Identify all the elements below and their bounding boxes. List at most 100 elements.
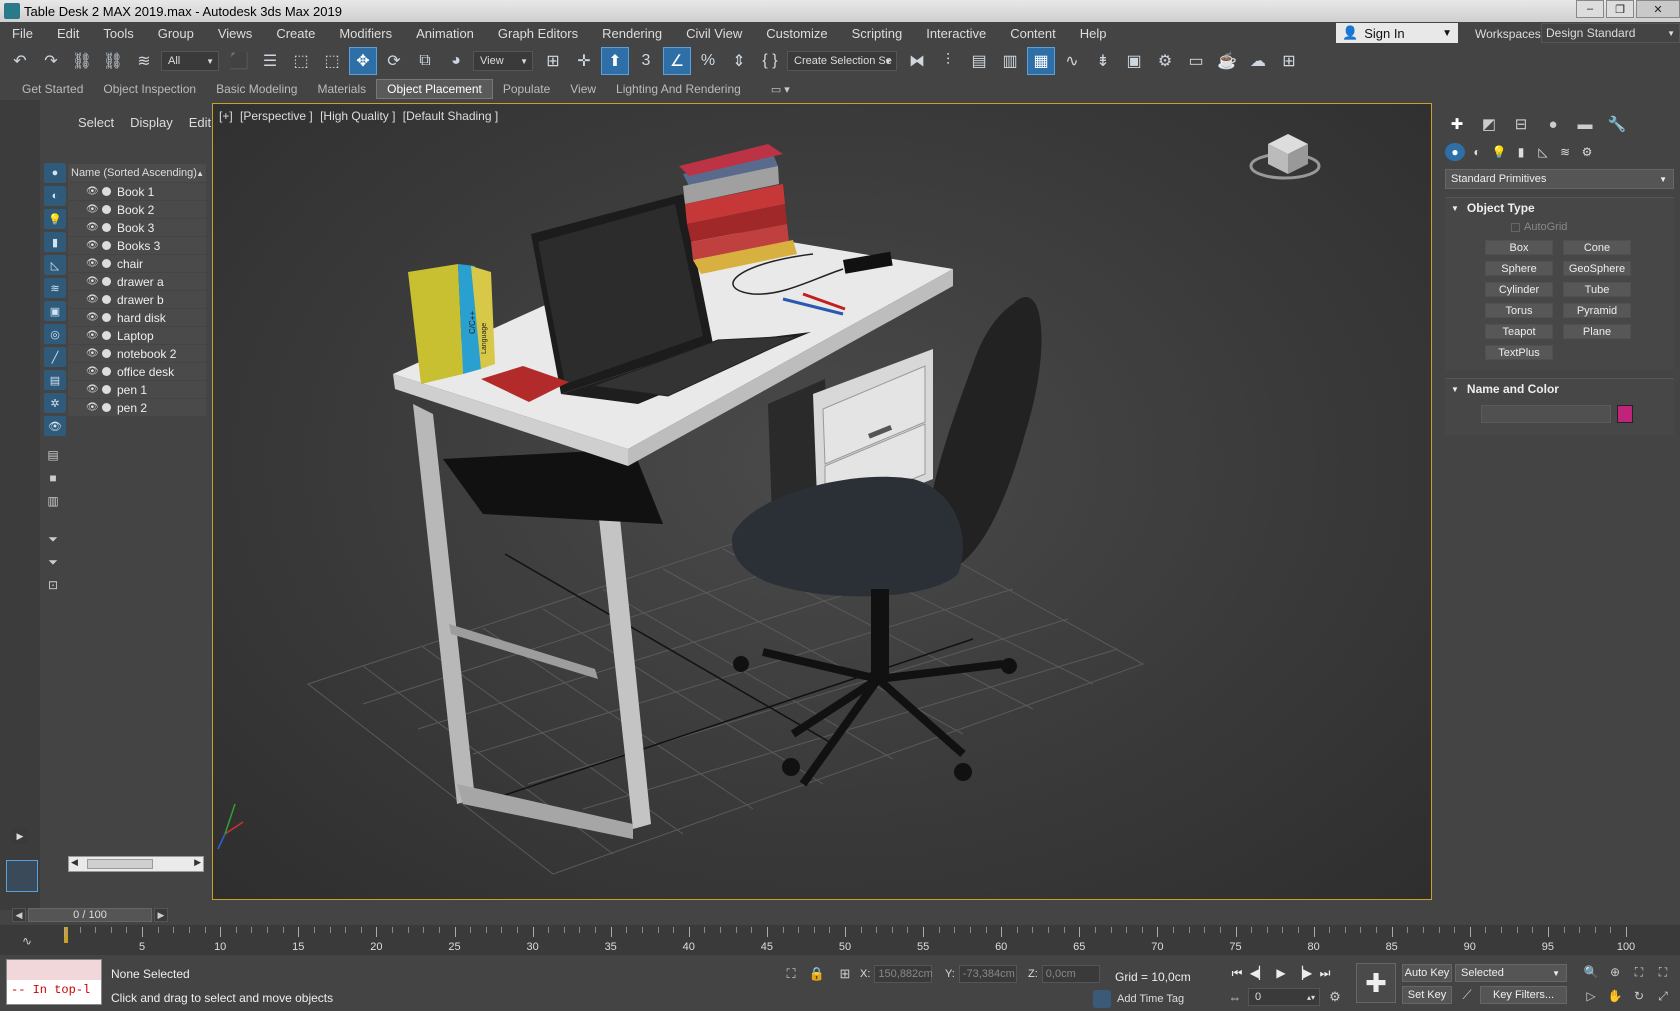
previous-key-icon[interactable]: ◀▏ <box>1248 963 1270 983</box>
visibility-eye-icon[interactable]: 👁 <box>86 222 100 233</box>
display-shapes-icon[interactable]: ◐ <box>44 186 66 206</box>
explorer-tab-display[interactable]: Display <box>122 115 181 130</box>
menu-rendering[interactable]: Rendering <box>590 26 674 41</box>
menu-animation[interactable]: Animation <box>404 26 486 41</box>
perspective-viewport[interactable]: [+] [Perspective ] [High Quality ] [Defa… <box>212 103 1432 900</box>
field-of-view-icon[interactable]: ▷ <box>1580 987 1602 1005</box>
render-setup-icon[interactable]: ⚙ <box>1151 47 1179 75</box>
viewport-layout-icon[interactable] <box>6 860 38 892</box>
viewcube[interactable] <box>1249 134 1321 180</box>
explorer-row[interactable]: 👁 drawer b <box>68 291 206 309</box>
menu-group[interactable]: Group <box>146 26 206 41</box>
isolate-selection-icon[interactable]: ⛶ <box>782 965 800 983</box>
explorer-row[interactable]: 👁 chair <box>68 255 206 273</box>
display-particles-icon[interactable]: ✲ <box>44 393 66 413</box>
freeze-dot-icon[interactable] <box>102 403 111 412</box>
explorer-row[interactable]: 👁 Laptop <box>68 327 206 345</box>
primitive-teapot-button[interactable]: Teapot <box>1485 324 1553 339</box>
autogrid-checkbox[interactable]: AutoGrid <box>1445 218 1674 236</box>
curve-editor-icon[interactable]: ∿ <box>1058 47 1086 75</box>
bind-space-warp-icon[interactable]: ≋ <box>130 47 158 75</box>
select-and-move-icon[interactable]: ✥ <box>349 47 377 75</box>
visibility-eye-icon[interactable]: 👁 <box>86 186 100 197</box>
menu-create[interactable]: Create <box>264 26 327 41</box>
next-frame-icon[interactable]: ▶ <box>154 908 168 922</box>
create-tab-icon[interactable]: ✚ <box>1445 113 1469 135</box>
explorer-row[interactable]: 👁 Book 2 <box>68 201 206 219</box>
funnel-icon[interactable]: ⏷ <box>46 554 60 570</box>
menu-edit[interactable]: Edit <box>45 26 91 41</box>
zoom-icon[interactable]: 🔍 <box>1580 963 1602 981</box>
go-to-end-icon[interactable]: ⏭ <box>1314 963 1336 983</box>
explorer-horizontal-scrollbar[interactable]: ◀ ▶ <box>68 856 204 872</box>
pivot-center-icon[interactable]: ⊞ <box>539 47 567 75</box>
add-time-tag[interactable]: Add Time Tag <box>1093 990 1184 1008</box>
ribbon-tab-object-inspection[interactable]: Object Inspection <box>93 79 206 99</box>
keyboard-shortcut-override-icon[interactable]: ⬆ <box>601 47 629 75</box>
scroll-left-icon[interactable]: ◀ <box>71 857 78 868</box>
scene-explorer-icon[interactable]: ▦ <box>1027 47 1055 75</box>
current-frame-field[interactable]: 0 ▴▾ <box>1248 988 1320 1006</box>
redo-icon[interactable]: ↷ <box>37 47 65 75</box>
primitive-box-button[interactable]: Box <box>1485 240 1553 255</box>
key-filter-dropdown[interactable]: Selected ▼ <box>1455 964 1567 982</box>
go-to-start-icon[interactable]: ⏮ <box>1226 963 1248 983</box>
explorer-row[interactable]: 👁 pen 2 <box>68 399 206 417</box>
zoom-extents-icon[interactable]: ⛶ <box>1628 963 1650 981</box>
pan-view-icon[interactable]: ✋ <box>1604 987 1626 1005</box>
orbit-icon[interactable]: ↻ <box>1628 987 1650 1005</box>
helpers-icon[interactable]: ◺ <box>1533 143 1553 161</box>
y-value-field[interactable]: -73,384cm <box>958 965 1017 983</box>
menu-help[interactable]: Help <box>1068 26 1119 41</box>
a360-gallery-icon[interactable]: ⊞ <box>1275 47 1303 75</box>
named-selection-dropdown[interactable]: Create Selection Se ▼ <box>787 51 897 71</box>
display-none-icon[interactable]: ■ <box>46 470 60 486</box>
freeze-dot-icon[interactable] <box>102 295 111 304</box>
primitive-cylinder-button[interactable]: Cylinder <box>1485 282 1553 297</box>
explorer-row[interactable]: 👁 office desk <box>68 363 206 381</box>
explorer-row[interactable]: 👁 hard disk <box>68 309 206 327</box>
freeze-dot-icon[interactable] <box>102 313 111 322</box>
primitive-type-dropdown[interactable]: Standard Primitives ▼ <box>1445 169 1674 189</box>
menu-tools[interactable]: Tools <box>91 26 145 41</box>
menu-graph-editors[interactable]: Graph Editors <box>486 26 590 41</box>
name-and-color-rollout-header[interactable]: ▼ Name and Color <box>1445 379 1674 399</box>
zoom-extents-all-icon[interactable]: ⛶ <box>1652 963 1674 981</box>
primitive-tube-button[interactable]: Tube <box>1563 282 1631 297</box>
display-space-warps-icon[interactable]: ≋ <box>44 278 66 298</box>
visibility-eye-icon[interactable]: 👁 <box>86 276 100 287</box>
freeze-dot-icon[interactable] <box>102 241 111 250</box>
explorer-column-header[interactable]: Name (Sorted Ascending) ▲ <box>68 164 206 182</box>
shapes-icon[interactable]: ◐ <box>1467 143 1487 161</box>
visibility-eye-icon[interactable]: 👁 <box>86 204 100 215</box>
explorer-row[interactable]: 👁 drawer a <box>68 273 206 291</box>
object-type-rollout-header[interactable]: ▼ Object Type <box>1445 198 1674 218</box>
ribbon-tab-object-placement[interactable]: Object Placement <box>376 79 493 99</box>
minimize-button[interactable]: – <box>1576 0 1604 18</box>
display-hidden-icon[interactable]: 👁 <box>44 416 66 436</box>
set-keys-icon[interactable]: ✚ <box>1356 963 1396 1003</box>
angle-snap-icon[interactable]: ∠ <box>663 47 691 75</box>
unlink-icon[interactable]: ⛓ <box>99 47 127 75</box>
primitive-geosphere-button[interactable]: GeoSphere <box>1563 261 1631 276</box>
mirror-icon[interactable]: ⧓ <box>903 47 931 75</box>
absolute-mode-icon[interactable]: ⊞ <box>836 965 854 983</box>
frame-ruler[interactable]: 5 10 15 20 25 30 35 40 45 50 55 60 65 70 75 80 85 90 95 100 <box>64 927 1635 953</box>
menu-civil-view[interactable]: Civil View <box>674 26 754 41</box>
primitive-textplus-button[interactable]: TextPlus <box>1485 345 1553 360</box>
display-lights-icon[interactable]: 💡 <box>44 209 66 229</box>
maxscript-input[interactable] <box>7 960 101 980</box>
percent-snap-icon[interactable]: % <box>694 47 722 75</box>
display-xrefs-icon[interactable]: ◎ <box>44 324 66 344</box>
explorer-row[interactable]: 👁 notebook 2 <box>68 345 206 363</box>
window-crossing-icon[interactable]: ⬚ <box>318 47 346 75</box>
rectangular-selection-icon[interactable]: ⬚ <box>287 47 315 75</box>
display-helpers-icon[interactable]: ◺ <box>44 255 66 275</box>
explorer-row[interactable]: 👁 pen 1 <box>68 381 206 399</box>
rendered-frame-window-icon[interactable]: ▭ <box>1182 47 1210 75</box>
schematic-view-icon[interactable]: ⇟ <box>1089 47 1117 75</box>
hierarchy-tab-icon[interactable]: ⊟ <box>1509 113 1533 135</box>
menu-modifiers[interactable]: Modifiers <box>327 26 404 41</box>
menu-scripting[interactable]: Scripting <box>840 26 915 41</box>
menu-content[interactable]: Content <box>998 26 1068 41</box>
